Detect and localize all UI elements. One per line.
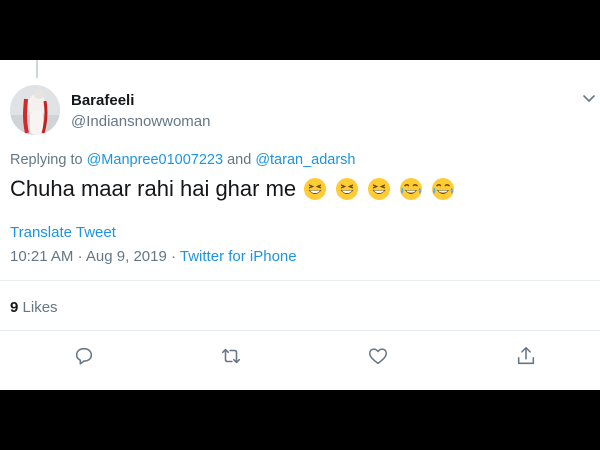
- divider: [0, 280, 600, 281]
- display-name[interactable]: Barafeeli: [71, 92, 134, 109]
- chevron-down-icon[interactable]: [582, 92, 596, 106]
- translate-tweet-link[interactable]: Translate Tweet: [10, 224, 116, 241]
- face-with-tears-of-joy-icon: [400, 178, 423, 200]
- user-handle[interactable]: @Indiansnowwoman: [71, 113, 210, 130]
- face-with-tears-of-joy-icon: [432, 178, 455, 200]
- tweet-source-link[interactable]: Twitter for iPhone: [180, 248, 297, 265]
- likes-label: Likes: [22, 299, 58, 316]
- like-icon[interactable]: [367, 345, 389, 367]
- divider: [0, 330, 600, 331]
- tweet-date[interactable]: Aug 9, 2019: [86, 248, 167, 265]
- share-icon[interactable]: [515, 345, 537, 367]
- tweet-card: Barafeeli @Indiansnowwoman Replying to @…: [0, 60, 600, 390]
- reply-icon[interactable]: [73, 345, 95, 367]
- tweet-text: Chuha maar rahi hai ghar me: [10, 176, 463, 202]
- reply-and-label: and: [227, 152, 252, 168]
- thread-connector-line: [36, 60, 38, 78]
- tweet-time[interactable]: 10:21 AM: [10, 248, 73, 265]
- meta-separator: ·: [77, 248, 83, 265]
- reply-mention-link[interactable]: @taran_adarsh: [255, 152, 355, 168]
- emoji-group: [303, 177, 463, 201]
- grinning-squinting-face-icon: [336, 178, 359, 200]
- grinning-squinting-face-icon: [304, 178, 327, 200]
- replying-to-label: Replying to: [10, 152, 83, 168]
- replying-to-line: Replying to @Manpree01007223 and @taran_…: [10, 152, 355, 168]
- reply-mention-link[interactable]: @Manpree01007223: [87, 152, 223, 168]
- likes-stat[interactable]: 9 Likes: [10, 299, 58, 316]
- retweet-icon[interactable]: [220, 345, 242, 367]
- tweet-body: Chuha maar rahi hai ghar me: [10, 176, 297, 201]
- grinning-squinting-face-icon: [368, 178, 391, 200]
- meta-separator: ·: [170, 248, 176, 265]
- avatar[interactable]: [10, 85, 60, 135]
- tweet-metadata: 10:21 AM · Aug 9, 2019 · Twitter for iPh…: [10, 248, 297, 265]
- likes-count: 9: [10, 299, 19, 316]
